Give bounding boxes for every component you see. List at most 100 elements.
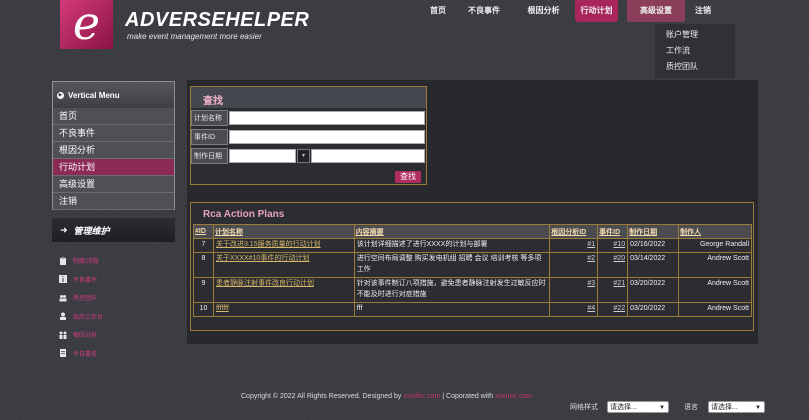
cell-id: 8 xyxy=(193,252,214,278)
mgmt-item-today[interactable]: 今日要务 xyxy=(59,349,103,358)
mgmt-item-qc-team[interactable]: 质控团队 xyxy=(59,293,103,302)
cell-author: Andrew Scott xyxy=(678,277,752,303)
col-id[interactable]: #ID xyxy=(193,224,214,239)
nav-root-cause[interactable]: 根因分析 xyxy=(512,0,575,22)
table-row: 10 fffffff fff #4 #22 03/20/2022 Andrew … xyxy=(193,302,752,317)
cell-event-id[interactable]: #20 xyxy=(597,252,629,278)
table-row: 9 患者静脉注射事件改良行动计划 针对该事件制订八项措施，避免患者静脉注射发生过… xyxy=(193,277,752,303)
management-title: 管理维护 xyxy=(73,225,110,236)
partner-link[interactable]: xxxuec.com xyxy=(495,393,532,400)
brand-name: ADVERSEHELPER xyxy=(125,9,310,31)
event-id-input[interactable] xyxy=(229,130,425,144)
plan-link[interactable]: 关于改进3.15服务质量的行动计划 xyxy=(216,241,321,248)
cell-plan-name: fffffff xyxy=(212,302,355,317)
search-title: 查找 xyxy=(191,87,426,108)
col-event-id[interactable]: 事件ID xyxy=(597,224,629,239)
chevron-right-icon: ▶ xyxy=(57,91,64,99)
mgmt-item-policies[interactable]: 制度/流程 xyxy=(59,256,103,265)
col-summary[interactable]: 内容摘要 xyxy=(353,224,551,239)
nav-adverse-events[interactable]: 不良事件 xyxy=(456,0,512,22)
plan-name-label: 计划名称 xyxy=(191,110,228,126)
vmenu-item-root-cause[interactable]: 根因分析 xyxy=(53,142,174,159)
nav-advanced-settings[interactable]: 高级设置 xyxy=(627,0,685,22)
date-to-input[interactable] xyxy=(311,149,425,163)
cell-rca-id[interactable]: #2 xyxy=(549,252,599,278)
vertical-menu-title: Vertical Menu xyxy=(68,90,120,100)
plan-link[interactable]: 患者静脉注射事件改良行动计划 xyxy=(216,280,314,287)
cell-date: 02/16/2022 xyxy=(627,238,680,253)
plans-panel: Rca Action Plans #ID 计划名称 内容摘要 根因分析ID 事件… xyxy=(190,202,754,331)
date-row: 制作日期 ▾ xyxy=(191,148,425,164)
cell-summary: 该计划详细描述了进行XXXX的计划与部署 xyxy=(353,238,551,253)
date-separator-icon[interactable]: ▾ xyxy=(297,149,310,163)
vmenu-item-action-plan[interactable]: 行动计划 xyxy=(53,159,174,176)
plan-link[interactable]: 关于XXXX#10事件的行动计划 xyxy=(216,255,309,262)
cell-rca-id[interactable]: #1 xyxy=(549,238,599,253)
col-plan-name[interactable]: 计划名称 xyxy=(212,224,355,239)
table-row: 7 关于改进3.15服务质量的行动计划 该计划详细描述了进行XXXX的计划与部署… xyxy=(193,238,752,253)
dropdown-item-accounts[interactable]: 账户管理 xyxy=(666,27,735,43)
designer-link[interactable]: xxxdec.com xyxy=(403,393,440,400)
cell-date: 03/20/2022 xyxy=(627,302,680,317)
col-rca-id[interactable]: 根因分析ID xyxy=(549,224,599,239)
plans-table: #ID 计划名称 内容摘要 根因分析ID 事件ID 制作日期 制作人 7 关于改… xyxy=(193,224,752,317)
document-icon xyxy=(60,349,66,357)
table-header-row: #ID 计划名称 内容摘要 根因分析ID 事件ID 制作日期 制作人 xyxy=(193,224,752,239)
people-icon xyxy=(59,331,67,339)
vmenu-item-advanced-settings[interactable]: 高级设置 xyxy=(53,176,174,193)
top-nav: 首页 不良事件 根因分析 行动计划 高级设置 注销 xyxy=(420,0,721,22)
plan-name-input[interactable] xyxy=(229,111,425,125)
nav-logout[interactable]: 注销 xyxy=(685,0,721,22)
language-select[interactable]: 请选择... ▼ xyxy=(708,401,765,413)
cell-id: 9 xyxy=(193,277,214,303)
cell-rca-id[interactable]: #3 xyxy=(549,277,599,303)
cell-event-id[interactable]: #22 xyxy=(597,302,629,317)
vmenu-item-adverse-events[interactable]: 不良事件 xyxy=(53,125,174,142)
col-date[interactable]: 制作日期 xyxy=(627,224,680,239)
cell-event-id[interactable]: #21 xyxy=(597,277,629,303)
style-label: 网格样式 xyxy=(570,404,598,411)
col-author[interactable]: 制作人 xyxy=(678,224,752,239)
date-from-input[interactable] xyxy=(229,149,296,163)
nav-home[interactable]: 首页 xyxy=(420,0,456,22)
logo[interactable]: e xyxy=(60,0,113,49)
cell-event-id[interactable]: #10 xyxy=(597,238,629,253)
cell-date: 03/14/2022 xyxy=(627,252,680,278)
event-id-row: 事件ID xyxy=(191,129,425,145)
nav-action-plan[interactable]: 行动计划 xyxy=(575,0,618,22)
management-list: 制度/流程 不良事件 质控团队 我的工作台 根因分析 今日要务 xyxy=(59,256,103,367)
mgmt-label: 制度/流程 xyxy=(73,259,99,265)
settings-dropdown: 账户管理 工作流 质控团队 xyxy=(655,24,735,78)
language-label: 语言 xyxy=(684,404,698,411)
search-button[interactable]: 查找 xyxy=(395,171,421,183)
style-select[interactable]: 请选择... ▼ xyxy=(607,401,669,413)
cell-summary: 进行空间布局调整 购买发电机组 招聘 会议 培训考核 等多项工作 xyxy=(353,252,551,278)
chevron-down-icon: ▼ xyxy=(755,405,761,411)
management-header: ➜ 管理维护 xyxy=(52,218,175,242)
arrow-right-icon: ➜ xyxy=(60,224,68,235)
cell-author: George Randall xyxy=(678,238,752,253)
clipboard-icon xyxy=(60,256,66,265)
cell-author: Andrew Scott xyxy=(678,302,752,317)
copyright-text: Copyright © 2022 All Rights Reserved. De… xyxy=(241,393,402,400)
vmenu-item-logout[interactable]: 注销 xyxy=(53,193,174,210)
mgmt-item-root-cause[interactable]: 根因分析 xyxy=(59,330,103,339)
vmenu-item-home[interactable]: 首页 xyxy=(53,108,174,125)
vertical-menu-list: 首页 不良事件 根因分析 行动计划 高级设置 注销 xyxy=(53,108,174,210)
dropdown-item-workflow[interactable]: 工作流 xyxy=(666,43,735,59)
logo-letter: e xyxy=(72,0,101,50)
cell-date: 03/20/2022 xyxy=(627,277,680,303)
vertical-menu-header: ▶ Vertical Menu xyxy=(53,82,174,108)
cell-rca-id[interactable]: #4 xyxy=(549,302,599,317)
footer-copyright: Copyright © 2022 All Rights Reserved. De… xyxy=(241,393,532,400)
cell-plan-name: 患者静脉注射事件改良行动计划 xyxy=(212,277,355,303)
mgmt-item-my-desk[interactable]: 我的工作台 xyxy=(59,312,103,321)
plan-link[interactable]: fffffff xyxy=(216,305,229,312)
cell-plan-name: 关于XXXX#10事件的行动计划 xyxy=(212,252,355,278)
dropdown-item-qc-team[interactable]: 质控团队 xyxy=(666,59,735,75)
style-select-value: 请选择... xyxy=(610,404,637,411)
chevron-down-icon: ▼ xyxy=(659,405,665,411)
cell-author: Andrew Scott xyxy=(678,252,752,278)
mgmt-item-adverse-events[interactable]: 不良事件 xyxy=(59,275,103,284)
table-row: 8 关于XXXX#10事件的行动计划 进行空间布局调整 购买发电机组 招聘 会议… xyxy=(193,252,752,278)
